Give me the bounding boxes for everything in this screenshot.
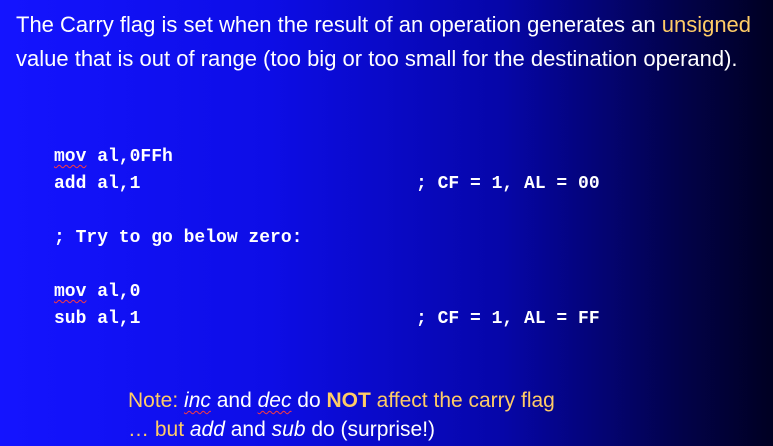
note-affect: affect the carry flag [370, 389, 555, 412]
code-comment-add: ; CF = 1, AL = 00 [416, 174, 600, 194]
note-line2-suffix: do (surprise!) [305, 418, 436, 441]
note-line-1: Note: inc and dec do NOT affect the carr… [128, 386, 555, 415]
note-add: add [189, 418, 225, 441]
note-inc: inc [184, 389, 211, 412]
note-prefix: Note: [128, 389, 185, 412]
code-comment-sub: ; CF = 1, AL = FF [416, 309, 600, 329]
note-do: do [291, 389, 327, 412]
note-callout: Note: inc and dec do NOT affect the carr… [128, 386, 555, 444]
note-dec: dec [257, 389, 292, 412]
code-comment-below-zero: ; Try to go below zero: [54, 228, 303, 248]
code-line-sub: sub al,1 [54, 309, 141, 329]
note-and-2: and [224, 418, 272, 441]
note-line-2: … but add and sub do (surprise!) [128, 415, 555, 444]
intro-text-2: value that is out of range (too big or t… [16, 46, 738, 71]
intro-text-1: The Carry flag is set when the result of… [16, 12, 656, 37]
code-line-add: add al,1 [54, 174, 141, 194]
intro-highlight-unsigned: unsigned [661, 12, 752, 37]
code-line-mov-1: mov al,0FFh [54, 146, 173, 168]
code-mnemonic-mov-1: mov [54, 147, 87, 167]
note-and-1: and [210, 389, 258, 412]
intro-paragraph: The Carry flag is set when the result of… [16, 8, 761, 76]
code-mnemonic-mov-2: mov [54, 282, 87, 302]
code-line-mov-2: mov al,0 [54, 281, 140, 303]
note-line2-prefix: … but [128, 418, 190, 441]
note-not: NOT [326, 389, 371, 412]
code-operands-mov-2: al,0 [86, 282, 141, 302]
code-operands-mov-1: al,0FFh [86, 147, 173, 167]
note-sub: sub [271, 418, 306, 441]
